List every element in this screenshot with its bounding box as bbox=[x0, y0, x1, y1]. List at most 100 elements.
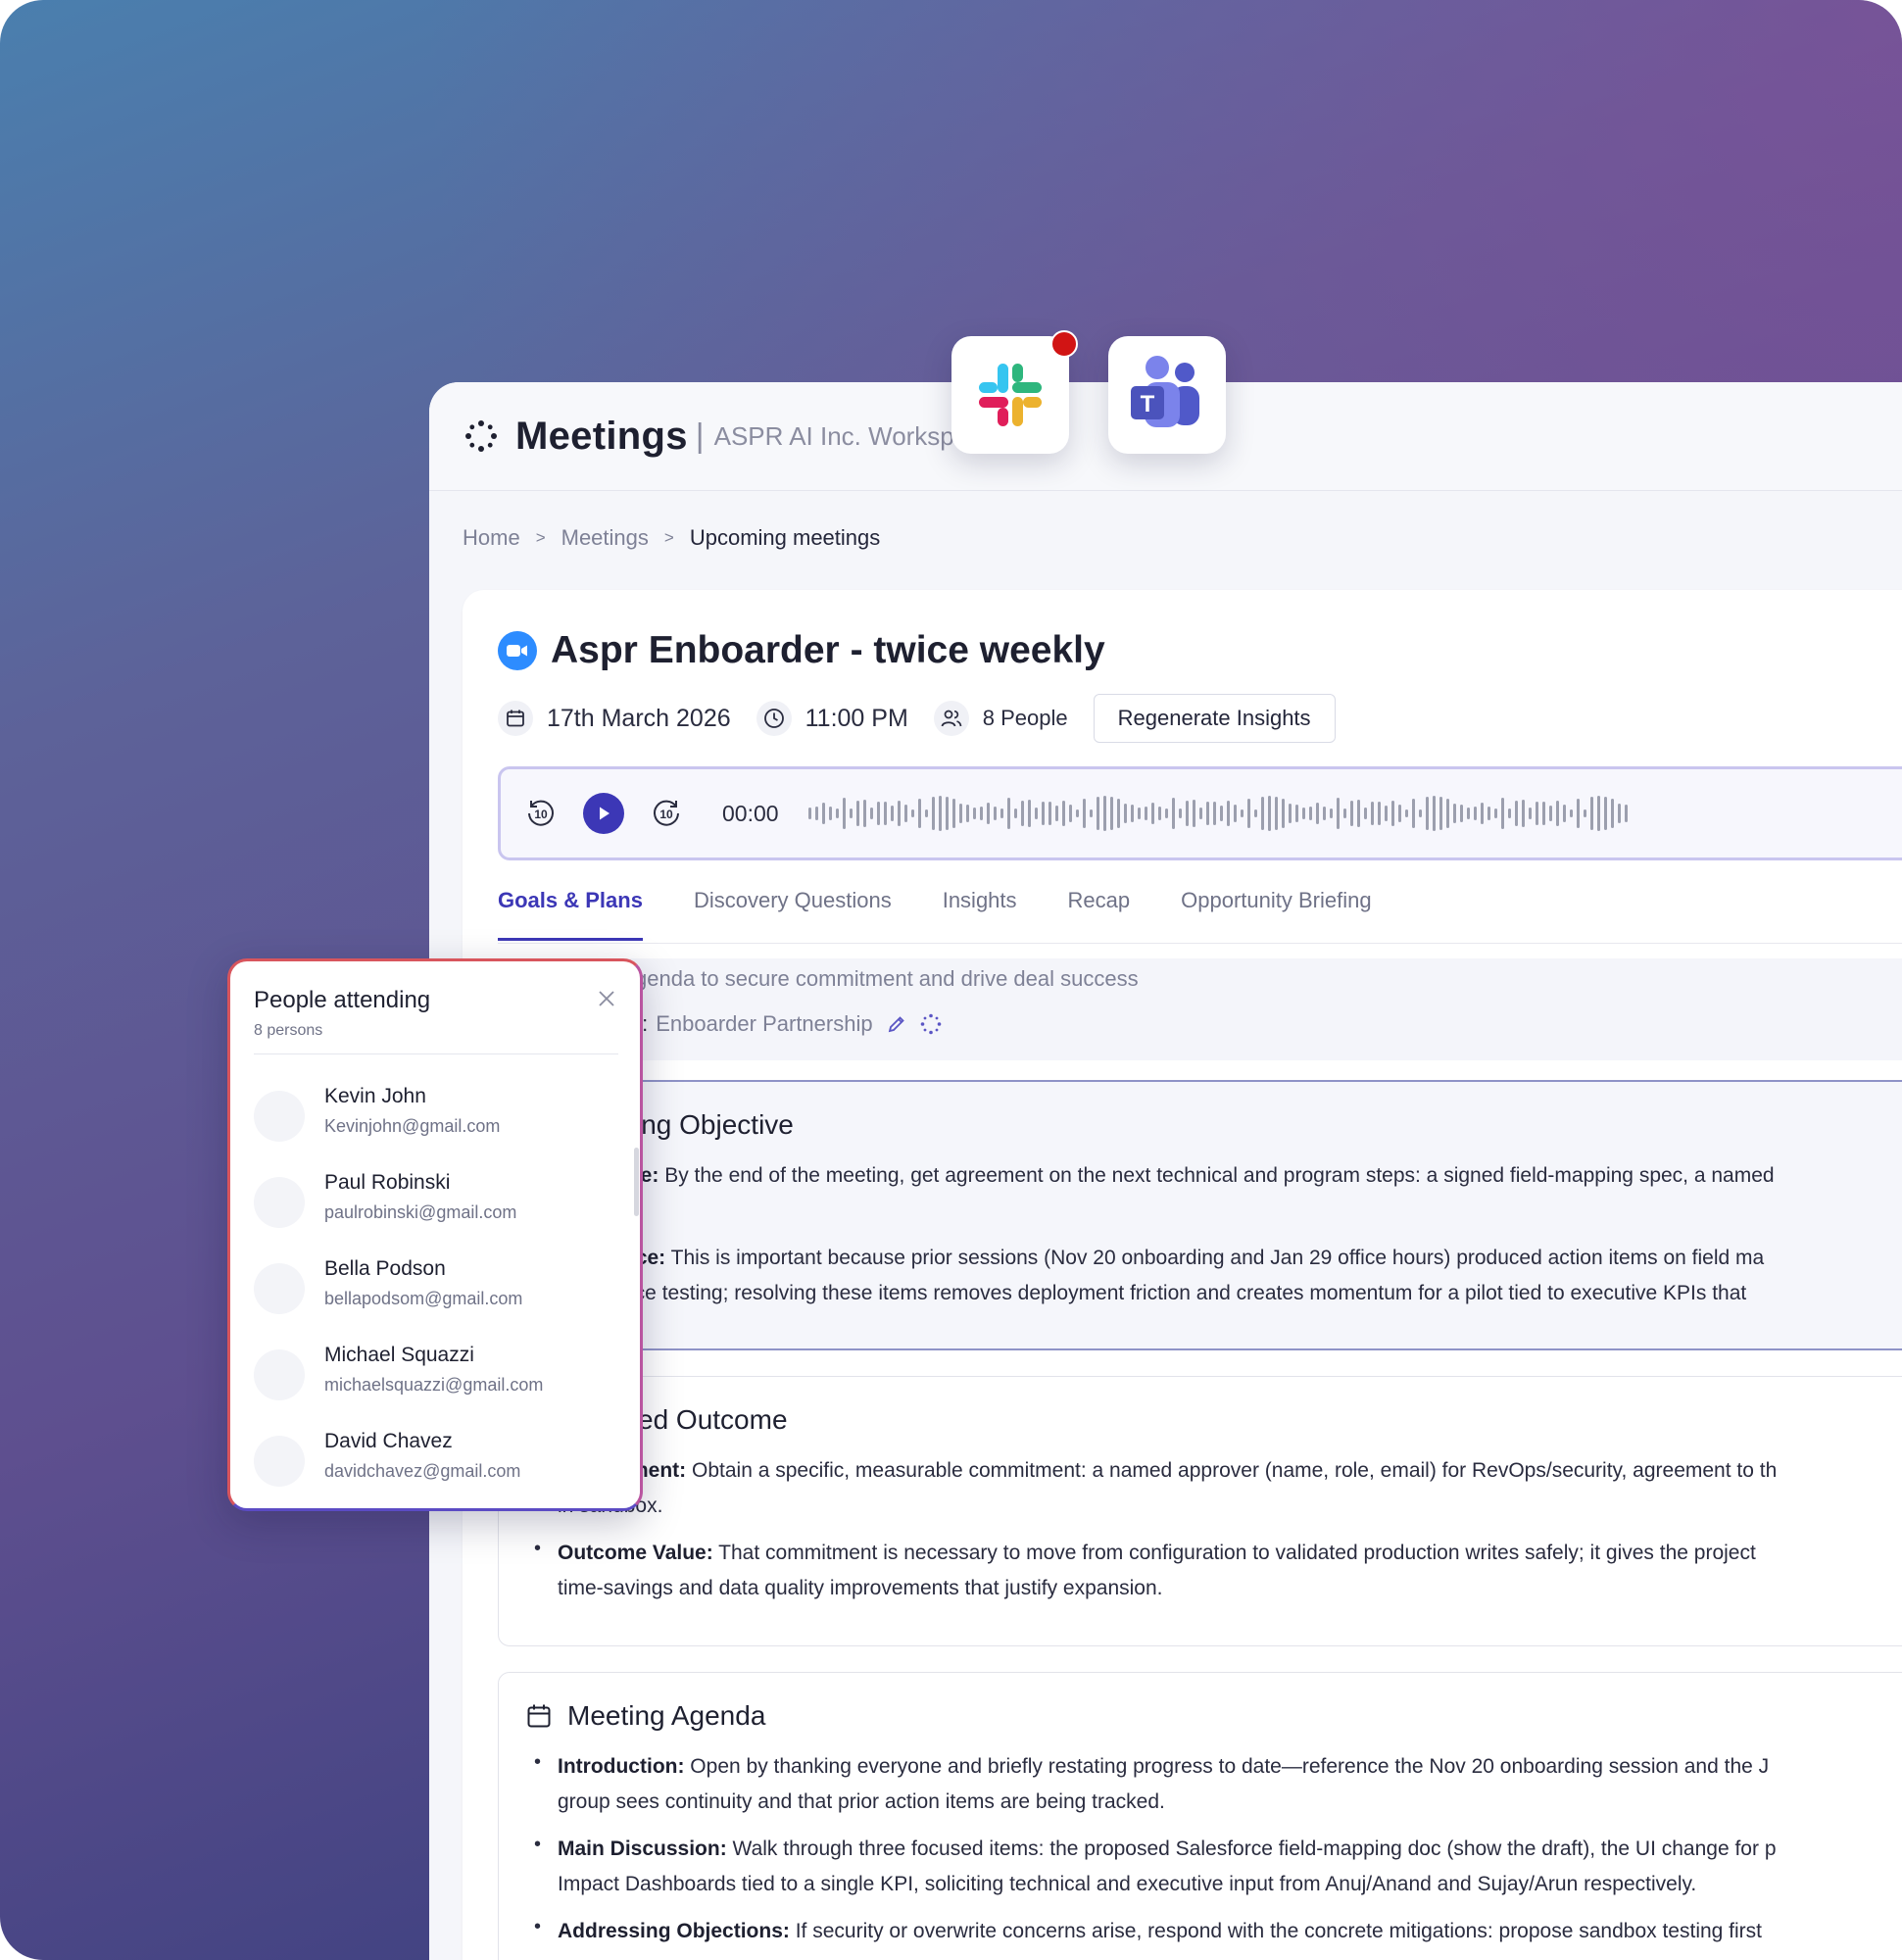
commitment-text: Obtain a specific, measurable commitment… bbox=[686, 1459, 1778, 1482]
waveform-bar bbox=[869, 808, 873, 819]
teams-app-tile[interactable]: T bbox=[1108, 336, 1226, 454]
workspace-name[interactable]: ASPR AI Inc. Workspac bbox=[714, 421, 982, 452]
clock-icon bbox=[756, 701, 792, 736]
waveform-bar bbox=[1034, 808, 1038, 819]
forward-10-button[interactable]: 10 bbox=[650, 797, 683, 830]
waveform-bar bbox=[972, 808, 976, 819]
commitment-paragraph: ment: Obtain a specific, measurable comm… bbox=[630, 1453, 1777, 1489]
waveform-bar bbox=[1240, 809, 1244, 817]
meeting-time: 11:00 PM bbox=[756, 701, 908, 736]
waveform-bar bbox=[1535, 802, 1538, 825]
attendee-item[interactable]: Paul Robinski paulrobinski@gmail.com bbox=[254, 1169, 616, 1240]
attendee-email: davidchavez@gmail.com bbox=[324, 1461, 521, 1481]
waveform-bar bbox=[1589, 797, 1593, 830]
meeting-card: Aspr Enboarder - twice weekly 17th March… bbox=[463, 590, 1902, 1960]
waveform-bar bbox=[1102, 796, 1106, 831]
waveform-bar bbox=[986, 803, 990, 824]
close-icon[interactable] bbox=[597, 989, 616, 1008]
rewind-10-button[interactable]: 10 bbox=[524, 797, 558, 830]
attendee-item[interactable]: Kevin John Kevinjohn@gmail.com bbox=[254, 1083, 616, 1153]
waveform-bar bbox=[1610, 799, 1614, 828]
breadcrumb-meetings[interactable]: Meetings bbox=[561, 525, 649, 551]
waveform-bar bbox=[1418, 809, 1422, 817]
waveform-bar bbox=[807, 808, 811, 819]
meeting-meta: 17th March 2026 11:00 PM 8 People Regene… bbox=[498, 694, 1336, 743]
meeting-date-text: 17th March 2026 bbox=[547, 704, 731, 732]
attendee-name: Kevin John bbox=[324, 1085, 426, 1107]
regenerate-insights-button[interactable]: Regenerate Insights bbox=[1093, 694, 1336, 743]
waveform-bar bbox=[993, 807, 997, 820]
popup-scrollbar[interactable] bbox=[634, 1148, 639, 1216]
title-separator: | bbox=[695, 416, 705, 455]
attendee-email: michaelsquazzi@gmail.com bbox=[324, 1375, 544, 1395]
waveform-bar bbox=[1555, 801, 1559, 826]
waveform-bar bbox=[849, 808, 853, 818]
waveform-bar bbox=[1164, 808, 1168, 818]
agenda-item: Main Discussion: Walk through three focu… bbox=[558, 1832, 1777, 1867]
opportunity-value: Enboarder Partnership bbox=[656, 1011, 873, 1036]
calendar-icon bbox=[527, 1704, 551, 1728]
waveform-bar bbox=[1260, 797, 1264, 830]
meeting-title: Aspr Enboarder - twice weekly bbox=[551, 629, 1105, 671]
attendee-item[interactable]: David Chavez davidchavez@gmail.com bbox=[254, 1428, 616, 1498]
attendee-email: bellapodsom@gmail.com bbox=[324, 1289, 523, 1308]
waveform-bar bbox=[1500, 798, 1504, 829]
waveform-bar bbox=[979, 807, 983, 820]
waveform-bar bbox=[1528, 808, 1532, 819]
waveform-bar bbox=[1130, 805, 1134, 822]
waveform-bar bbox=[1583, 809, 1586, 817]
playback-time: 00:00 bbox=[722, 800, 779, 826]
waveform-bar bbox=[965, 805, 969, 822]
waveform-bar bbox=[903, 805, 907, 822]
breadcrumb-current: Upcoming meetings bbox=[689, 525, 881, 550]
popup-title: People attending bbox=[254, 987, 431, 1013]
waveform-bar bbox=[1329, 808, 1333, 818]
waveform-bar bbox=[910, 809, 914, 817]
agenda-item-label: Introduction: bbox=[558, 1755, 685, 1778]
agenda-item-continuation: Impact Dashboards tied to a single KPI, … bbox=[558, 1873, 1697, 1895]
waveform-bar bbox=[1617, 804, 1621, 823]
breadcrumb-home[interactable]: Home bbox=[463, 525, 520, 551]
waveform-bar bbox=[1192, 800, 1195, 827]
waveform-bar bbox=[876, 802, 880, 825]
slack-app-tile[interactable] bbox=[951, 336, 1069, 454]
waveform-bar bbox=[1274, 797, 1278, 830]
audio-player: 10 10 00:00 bbox=[498, 766, 1902, 860]
waveform-bar bbox=[1397, 805, 1401, 822]
waveform-bar bbox=[1411, 799, 1415, 828]
waveform-bar bbox=[1048, 802, 1051, 825]
waveform-bar bbox=[862, 800, 866, 827]
avatar bbox=[254, 1091, 305, 1142]
waveform-bar bbox=[1363, 808, 1367, 819]
attendee-item[interactable]: Michael Squazzi michaelsquazzi@gmail.com bbox=[254, 1342, 616, 1412]
waveform-bar bbox=[1315, 803, 1319, 824]
tab-recap[interactable]: Recap bbox=[1068, 884, 1131, 941]
edit-pencil-icon[interactable] bbox=[887, 1014, 906, 1034]
agenda-title-row: Meeting Agenda bbox=[526, 1700, 765, 1732]
attendee-item[interactable]: Bella Podson bellapodsom@gmail.com bbox=[254, 1255, 616, 1326]
meeting-header: Aspr Enboarder - twice weekly bbox=[498, 629, 1105, 672]
waveform-bar bbox=[1521, 800, 1525, 827]
waveform-bar bbox=[883, 802, 887, 825]
waveform-bar bbox=[1089, 809, 1093, 817]
subject-band: genda to secure commitment and drive dea… bbox=[498, 958, 1902, 1060]
waveform-bar bbox=[828, 807, 832, 820]
agenda-title: Meeting Agenda bbox=[567, 1700, 766, 1731]
ai-sparkle-icon[interactable] bbox=[920, 1013, 942, 1035]
waveform-bar bbox=[1487, 807, 1490, 820]
subject-summary: genda to secure commitment and drive dea… bbox=[635, 966, 1139, 991]
waveform-bar bbox=[1342, 808, 1346, 818]
bullet-dot: • bbox=[534, 1916, 542, 1937]
waveform-bar bbox=[1452, 804, 1456, 823]
waveform-bar bbox=[1336, 798, 1340, 829]
meeting-people[interactable]: 8 People bbox=[933, 701, 1068, 736]
attendee-name: Bella Podson bbox=[324, 1257, 446, 1280]
waveform-bar bbox=[1041, 802, 1045, 825]
tab-goals-plans[interactable]: Goals & Plans bbox=[498, 884, 643, 941]
audio-waveform[interactable] bbox=[807, 784, 1632, 843]
tab-discovery-questions[interactable]: Discovery Questions bbox=[694, 884, 892, 941]
play-button[interactable] bbox=[583, 793, 624, 834]
tab-insights[interactable]: Insights bbox=[943, 884, 1017, 941]
tab-opportunity-briefing[interactable]: Opportunity Briefing bbox=[1181, 884, 1371, 941]
waveform-bar bbox=[1281, 799, 1285, 828]
